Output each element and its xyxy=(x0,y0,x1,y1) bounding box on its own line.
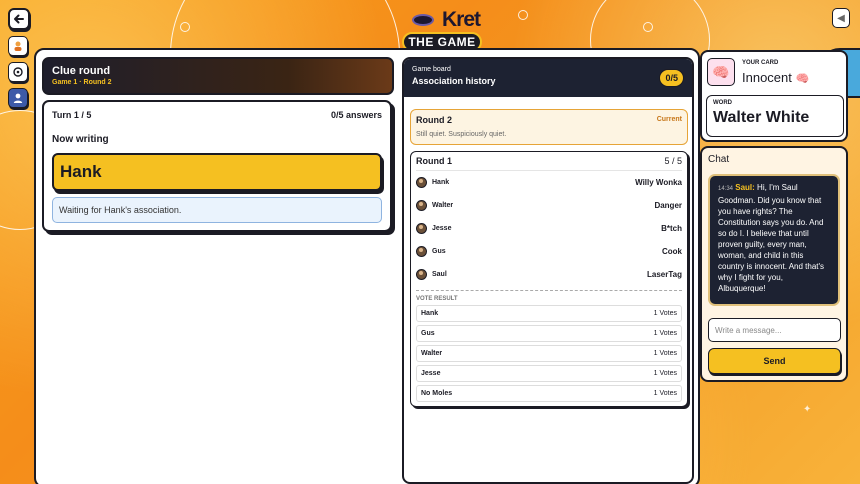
association-row: Gus Cook xyxy=(416,240,682,263)
game-board: Game board Association history 0/5 Round… xyxy=(402,57,694,484)
secret-word: Walter White xyxy=(713,109,810,126)
vote-player: Walter xyxy=(421,350,443,357)
card-role: Innocent 🧠 xyxy=(742,70,809,85)
chat-input[interactable] xyxy=(708,318,841,342)
chat-title: Chat xyxy=(708,154,730,165)
vote-result-label: VOTE RESULT xyxy=(416,290,682,302)
profile-button[interactable] xyxy=(8,36,28,56)
gear-icon xyxy=(13,67,23,77)
association-player: Jesse xyxy=(432,225,452,232)
association-player: Walter xyxy=(432,202,454,209)
association-word: Cook xyxy=(662,247,682,256)
association-word: B*tch xyxy=(661,224,682,233)
vote-row: Hank 1 Votes xyxy=(416,305,682,322)
waiting-message: Waiting for Hank's association. xyxy=(52,197,382,223)
avatar xyxy=(416,200,427,211)
word-kicker: WORD xyxy=(713,100,732,106)
association-word: Willy Wonka xyxy=(635,178,682,187)
arrow-left-icon xyxy=(14,14,24,24)
vote-player: Gus xyxy=(421,330,435,337)
decor-ring xyxy=(643,22,653,32)
vote-player: Jesse xyxy=(421,370,441,377)
decor-ring xyxy=(518,10,528,20)
association-player: Hank xyxy=(432,179,450,186)
chat-message-text: Hi, I'm Saul Goodman. Did you know that … xyxy=(718,183,825,293)
vote-row: Jesse 1 Votes xyxy=(416,365,682,382)
card-role-text: Innocent xyxy=(742,70,792,85)
chat-message: 14:34 Saul: Hi, I'm Saul Goodman. Did yo… xyxy=(708,174,840,306)
word-box: WORD Walter White xyxy=(706,95,844,137)
vote-count: 1 Votes xyxy=(653,310,677,317)
send-button[interactable]: Send xyxy=(708,348,841,374)
association-row: Jesse B*tch xyxy=(416,217,682,240)
turn-card: Turn 1 / 5 0/5 answers Now writing Hank … xyxy=(42,100,392,232)
association-word: LaserTag xyxy=(647,270,682,279)
board-count-badge: 0/5 xyxy=(659,69,684,87)
association-player: Saul xyxy=(432,271,447,278)
round-1-score: 5 / 5 xyxy=(664,156,682,166)
round-current-card: Round 2 Current Still quiet. Suspiciousl… xyxy=(410,109,688,145)
clue-round-title: Clue round xyxy=(52,65,111,77)
round-current-desc: Still quiet. Suspiciously quiet. xyxy=(416,131,507,138)
settings-button[interactable] xyxy=(8,62,28,82)
brain-icon: 🧠 xyxy=(795,73,810,85)
vote-row: No Moles 1 Votes xyxy=(416,385,682,402)
association-row: Hank Willy Wonka xyxy=(416,171,682,194)
players-button[interactable] xyxy=(8,88,28,108)
now-writing-label: Now writing xyxy=(52,134,109,145)
round-1-card: Round 1 5 / 5 Hank Willy Wonka Walter Da… xyxy=(410,151,688,407)
speaker-icon: ◀ xyxy=(837,12,845,24)
sparkle-icon: ✦ xyxy=(803,404,812,415)
clue-round-header: Clue round Game 1 · Round 2 xyxy=(42,57,394,95)
board-kicker: Game board xyxy=(412,66,451,73)
your-card-panel: 🧠 YOUR CARD Innocent 🧠 WORD Walter White xyxy=(700,50,848,142)
sound-button[interactable]: ◀ xyxy=(832,8,850,28)
logo-word: Kret xyxy=(442,8,481,31)
vote-row: Walter 1 Votes xyxy=(416,345,682,362)
back-button[interactable] xyxy=(8,8,30,30)
vote-count: 1 Votes xyxy=(653,390,677,397)
vote-row: Gus 1 Votes xyxy=(416,325,682,342)
round-current-tag: Current xyxy=(656,116,682,123)
avatar xyxy=(416,223,427,234)
logo: Kret THE GAME xyxy=(402,6,482,52)
user-icon xyxy=(13,93,23,103)
current-writer: Hank xyxy=(52,153,382,191)
vote-count: 1 Votes xyxy=(653,370,677,377)
board-header: Game board Association history 0/5 xyxy=(404,59,692,97)
round-current-title: Round 2 xyxy=(416,115,452,125)
avatar xyxy=(416,246,427,257)
vote-player: Hank xyxy=(421,310,439,317)
avatar xyxy=(416,177,427,188)
association-word: Danger xyxy=(654,201,682,210)
clue-round-subtitle: Game 1 · Round 2 xyxy=(52,79,112,86)
decor-ring xyxy=(180,22,190,32)
chat-message-author: Saul: xyxy=(735,183,755,192)
vote-count: 1 Votes xyxy=(653,350,677,357)
round-1-title: Round 1 xyxy=(416,156,452,166)
answers-count: 0/5 answers xyxy=(330,110,382,120)
board-title: Association history xyxy=(412,76,496,86)
association-player: Gus xyxy=(432,248,446,255)
association-row: Saul LaserTag xyxy=(416,263,682,286)
chat-message-time: 14:34 xyxy=(718,186,734,192)
your-card-kicker: YOUR CARD xyxy=(742,60,779,66)
character-icon xyxy=(14,41,22,51)
vote-player: No Moles xyxy=(421,390,453,397)
turn-label: Turn 1 / 5 xyxy=(52,110,92,120)
vote-count: 1 Votes xyxy=(653,330,677,337)
avatar xyxy=(416,269,427,280)
chat-panel: Chat 14:34 Saul: Hi, I'm Saul Goodman. D… xyxy=(700,146,848,382)
association-row: Walter Danger xyxy=(416,194,682,217)
eye-icon xyxy=(412,14,434,26)
brain-icon: 🧠 xyxy=(707,58,735,86)
